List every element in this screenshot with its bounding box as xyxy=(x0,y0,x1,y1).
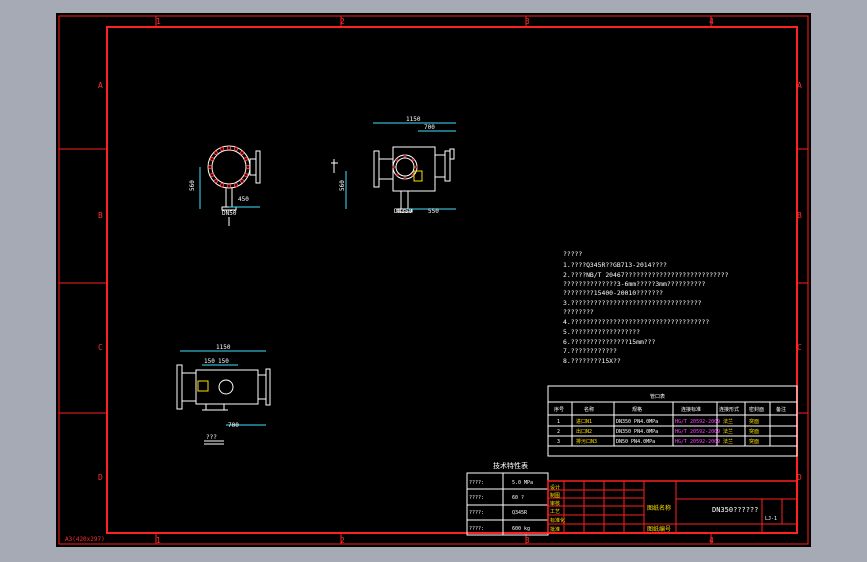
view1-dim-dn50: DN50 xyxy=(222,210,237,217)
nozzle-header: 连接标准 xyxy=(681,406,701,413)
view1-dim-560: 560 xyxy=(189,180,196,191)
drawing-sheet: 1 2 3 4 1 2 3 4 A B C D A B C D A3(420x2… xyxy=(56,13,811,547)
nozzle-cell: 排污口N3 xyxy=(576,438,597,445)
nozzle-cell: 突面 xyxy=(749,428,759,435)
nozzle-cell: 突面 xyxy=(749,438,759,445)
note-line: ???????? xyxy=(563,308,594,316)
note-line: 7.???????????? xyxy=(563,347,617,355)
nozzle-cell: HG/T 20592-2009 xyxy=(675,439,720,445)
view2-dim-700: 700 xyxy=(424,124,435,131)
view3-dim-700: 700 xyxy=(228,422,239,429)
zone-bottom-3: 3 xyxy=(525,536,530,545)
tech-value: 60 ? xyxy=(512,495,524,501)
nozzle-cell: 1 xyxy=(557,419,560,425)
zone-bottom-4: 4 xyxy=(709,536,714,545)
nozzle-cell: 3 xyxy=(557,439,560,445)
nozzle-cell: 法兰 xyxy=(723,428,733,435)
tech-label: ????: xyxy=(469,480,484,486)
zone-right-a: A xyxy=(797,81,802,90)
nozzle-table-title: 管口表 xyxy=(650,393,665,400)
tb-row-label: 设计 xyxy=(550,484,560,491)
nozzle-cell: DN350 PN4.0MPa xyxy=(616,419,658,425)
end-view: 560 450 DN50 xyxy=(189,145,261,226)
view3-label: ??? xyxy=(206,434,217,441)
zone-bottom-1: 1 xyxy=(156,536,161,545)
front-view: 1150 700 560 DN350 550 xyxy=(331,116,456,215)
view1-dim-450: 450 xyxy=(238,196,249,203)
tech-label: ????: xyxy=(469,495,484,501)
tech-label: ????: xyxy=(469,526,484,532)
note-line: 6.???????????????15mm??? xyxy=(563,338,655,346)
nozzle-header: 序号 xyxy=(554,406,564,413)
view2-dim-560: 560 xyxy=(339,180,346,191)
nozzle-cell: 2 xyxy=(557,429,560,435)
note-line: 8.????????15X?? xyxy=(563,357,621,365)
nozzle-header: 连接形式 xyxy=(719,406,739,413)
drawing-number: LJ-1 xyxy=(765,516,777,522)
nozzle-header: 密封面 xyxy=(749,406,764,413)
nozzle-cell: 法兰 xyxy=(723,418,733,425)
nozzle-cell: 进口N1 xyxy=(576,418,592,425)
tb-row-label: 工艺 xyxy=(550,509,560,515)
nozzle-header: 规格 xyxy=(632,406,642,413)
nozzle-cell: DN350 PN4.0MPa xyxy=(616,429,658,435)
view2-dim-dn350: DN350 xyxy=(394,208,412,215)
tech-value: 5.0 MPa xyxy=(512,480,533,486)
zone-top-2: 2 xyxy=(340,17,345,26)
nozzle-cell: 突面 xyxy=(749,418,759,425)
tech-table-title: 技术特性表 xyxy=(493,461,528,470)
nozzle-cell: 出口N2 xyxy=(576,428,592,435)
zone-left-a: A xyxy=(98,81,103,90)
tech-value: 600 kg xyxy=(512,526,530,532)
tech-table: 技术特性表 ????: 5.0 MPa ????: 60 ? ????: Q34… xyxy=(466,461,549,536)
nozzle-header: 名称 xyxy=(584,406,594,413)
nozzle-header: 备注 xyxy=(776,406,786,413)
note-line: 5.?????????????????? xyxy=(563,328,640,336)
note-line: ????????15400-20010??????? xyxy=(563,289,663,297)
tb-row-label: 审核 xyxy=(550,500,560,507)
note-line: 3.?????????????????????????????????? xyxy=(563,299,702,307)
nozzle-cell: 法兰 xyxy=(723,438,733,445)
top-view: 1150 150 150 700 ??? xyxy=(176,344,271,445)
view3-dim-150a: 150 xyxy=(204,358,215,365)
nozzle-table: 管口表 序号 名称 规格 连接标准 连接形式 密封面 备注 1 进口N1 DN3… xyxy=(547,385,798,457)
view3-dim-1150: 1150 xyxy=(216,344,231,351)
technical-notes: ????? 1.????Q345R??GB713-2014???? 2.????… xyxy=(563,250,729,365)
note-line: 4.???????????????????????????????????? xyxy=(563,318,709,326)
tb-row-label: 标准化 xyxy=(550,517,565,524)
zone-bottom-2: 2 xyxy=(340,536,345,545)
sheet-size-label: A3(420x297) xyxy=(65,536,105,543)
notes-title: ????? xyxy=(563,250,582,258)
note-line: 2.????NB/T 20467????????????????????????… xyxy=(563,271,729,279)
tech-label: ????: xyxy=(469,510,484,516)
zone-left-c: C xyxy=(98,343,103,352)
note-line: 1.????Q345R??GB713-2014???? xyxy=(563,261,667,269)
tb-row-label: 批准 xyxy=(550,526,560,533)
zone-right-b: B xyxy=(797,211,802,220)
zone-left-b: B xyxy=(98,211,103,220)
drawing-title: DN350?????? xyxy=(712,506,758,514)
zone-top-4: 4 xyxy=(709,17,714,26)
zone-left-d: D xyxy=(98,473,103,482)
title-block: 设计 制图 审核 工艺 标准化 批准 图纸名称 图纸编号 DN350??????… xyxy=(547,480,798,534)
tech-value: Q345R xyxy=(512,510,528,516)
note-line: ??????????????3-6mm?????3mm?????????? xyxy=(563,280,706,288)
zone-right-c: C xyxy=(797,343,802,352)
tb-mid-label: 图纸名称 xyxy=(647,504,671,512)
cad-drawing: 1 2 3 4 1 2 3 4 A B C D A B C D A3(420x2… xyxy=(58,15,809,545)
nozzle-cell: HG/T 20592-2009 xyxy=(675,429,720,435)
tb-bottom-label: 图纸编号 xyxy=(647,525,671,533)
nozzle-cell: HG/T 20592-2009 xyxy=(675,419,720,425)
tb-row-label: 制图 xyxy=(550,492,560,499)
view3-dim-150b: 150 xyxy=(218,358,229,365)
view2-dim-550: 550 xyxy=(428,208,439,215)
zone-top-1: 1 xyxy=(156,17,161,26)
nozzle-cell: DN50 PN4.0MPa xyxy=(616,439,655,445)
zone-top-3: 3 xyxy=(525,17,530,26)
view2-dim-1150: 1150 xyxy=(406,116,421,123)
